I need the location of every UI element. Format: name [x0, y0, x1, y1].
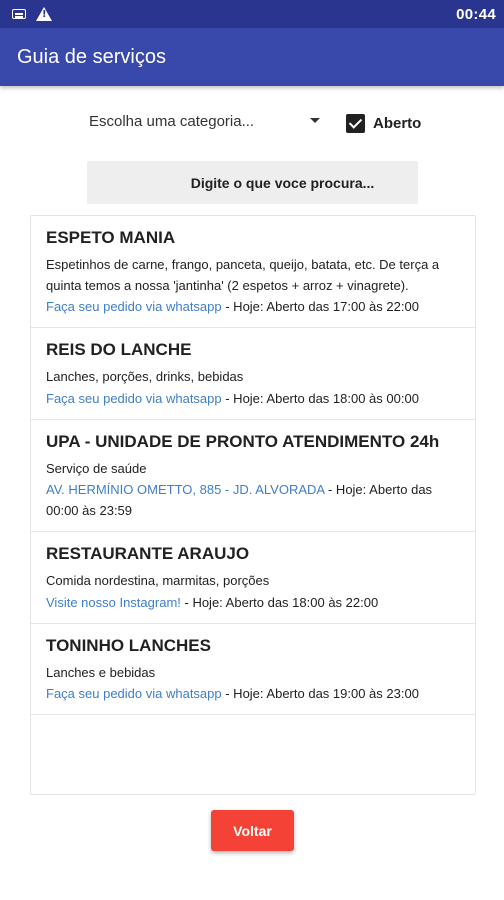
search-input[interactable]: Digite o que voce procura...	[87, 161, 418, 204]
status-bar: 00:44	[0, 0, 504, 28]
filter-row: Escolha uma categoria... Aberto	[0, 104, 504, 142]
category-dropdown[interactable]: Escolha uma categoria...	[80, 104, 330, 138]
back-button[interactable]: Voltar	[211, 810, 294, 851]
item-description: Lanches, porções, drinks, bebidas	[46, 369, 244, 384]
app-bar: Guia de serviços	[0, 28, 504, 86]
warning-icon	[36, 7, 52, 21]
item-link[interactable]: Faça seu pedido via whatsapp	[46, 686, 222, 701]
item-title: REIS DO LANCHE	[46, 340, 192, 359]
list-item[interactable]: REIS DO LANCHE Lanches, porções, drinks,…	[31, 328, 475, 420]
dropdown-arrow-icon	[310, 118, 320, 123]
checkbox-checked-icon[interactable]	[346, 114, 365, 133]
item-title: TONINHO LANCHES	[46, 635, 211, 655]
item-description: Comida nordestina, marmitas, porções	[46, 573, 270, 588]
category-dropdown-value: Escolha uma categoria...	[89, 112, 255, 130]
item-description: Lanches e bebidas	[46, 664, 156, 680]
item-description: Espetinhos de carne, frango, panceta, qu…	[46, 257, 440, 293]
item-hours: - Hoje: Aberto das 18:00 às 22:00	[180, 594, 379, 610]
item-title: RESTAURANTE ARAUJO	[46, 544, 250, 563]
item-link[interactable]: Faça seu pedido via whatsapp	[46, 391, 222, 406]
item-description: Serviço de saúde	[46, 460, 147, 476]
open-filter-label: Aberto	[373, 115, 422, 132]
item-title: UPA - UNIDADE DE PRONTO ATENDIMENTO 24h	[46, 431, 440, 451]
list-item[interactable]: TONINHO LANCHES Lanches e bebidas Faça s…	[31, 624, 475, 715]
keyboard-icon	[12, 9, 26, 19]
list-item[interactable]: RESTAURANTE ARAUJO Comida nordestina, ma…	[31, 532, 475, 624]
item-hours: - Hoje: Aberto das 19:00 às 23:00	[221, 686, 419, 701]
item-link[interactable]: Faça seu pedido via whatsapp	[46, 299, 222, 314]
list-item[interactable]: ESPETO MANIA Espetinhos de carne, frango…	[31, 216, 475, 328]
search-placeholder: Digite o que voce procura...	[190, 174, 375, 191]
item-link[interactable]: AV. HERMÍNIO OMETTO, 885 - JD. ALVORADA	[46, 482, 324, 497]
item-hours: - Hoje: Aberto das 18:00 às 00:00	[221, 390, 419, 406]
item-title: ESPETO MANIA	[46, 228, 176, 247]
services-list[interactable]: ESPETO MANIA Espetinhos de carne, frango…	[30, 215, 476, 795]
status-time: 00:44	[456, 5, 496, 23]
item-link[interactable]: Visite nosso Instagram!	[46, 595, 181, 610]
list-item[interactable]: UPA - UNIDADE DE PRONTO ATENDIMENTO 24h …	[31, 420, 475, 532]
item-hours: - Hoje: Aberto das 17:00 às 22:00	[221, 299, 419, 314]
page-title: Guia de serviços	[17, 45, 166, 68]
open-filter-checkbox[interactable]: Aberto	[346, 114, 421, 133]
